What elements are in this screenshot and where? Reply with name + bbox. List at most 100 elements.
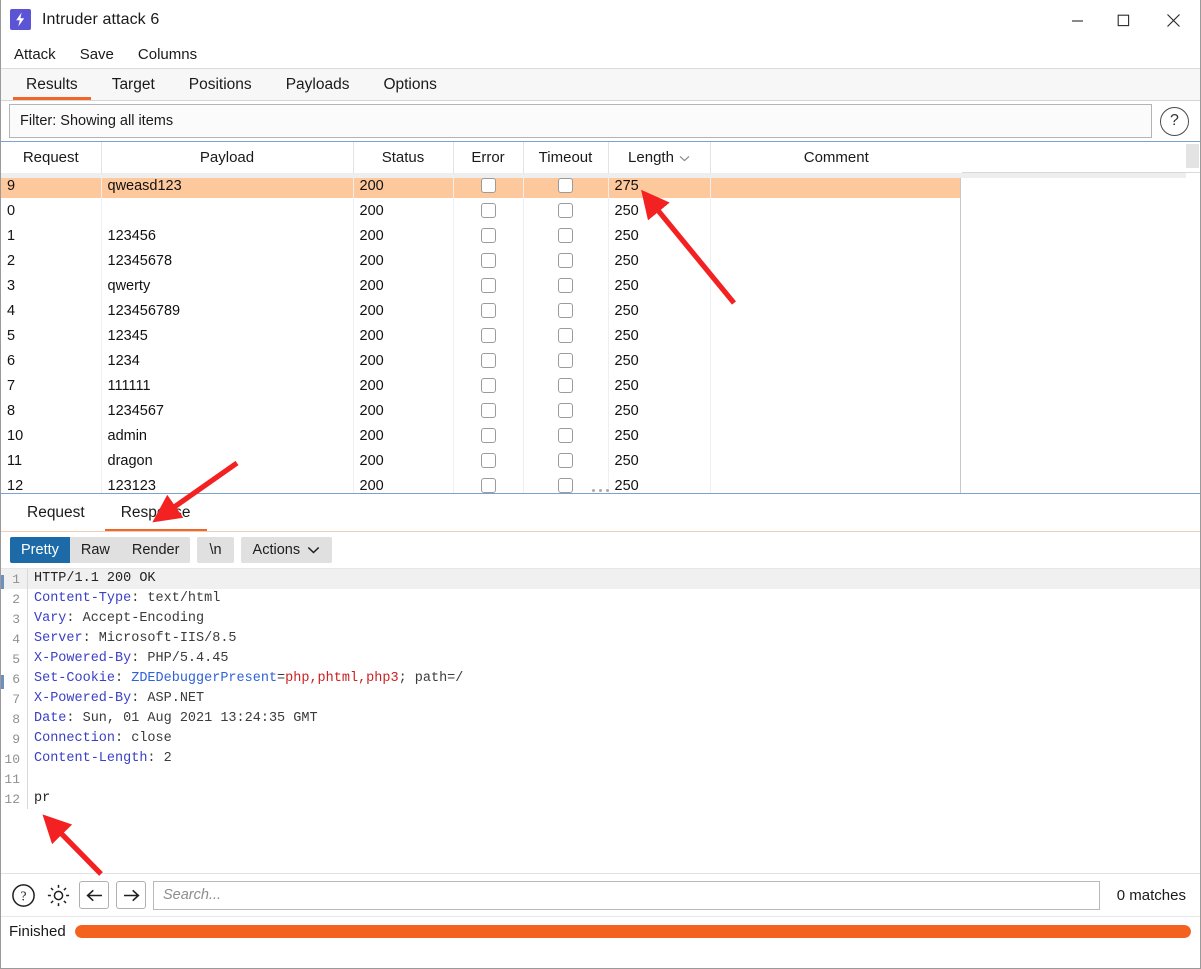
checkbox-icon[interactable]	[480, 178, 496, 194]
tab-response[interactable]: Response	[103, 494, 209, 531]
arrow-left-icon[interactable]	[79, 881, 109, 909]
cell-error-checkbox[interactable]	[453, 423, 524, 448]
tab-options[interactable]: Options	[366, 69, 453, 100]
checkbox-icon[interactable]	[558, 303, 573, 319]
tab-results[interactable]: Results	[9, 69, 95, 100]
results-horizontal-scrollbar[interactable]	[1, 173, 1186, 178]
cell-timeout-checkbox[interactable]	[523, 348, 609, 373]
search-input[interactable]: Search...	[153, 880, 1100, 910]
tab-positions[interactable]: Positions	[172, 69, 269, 100]
help-circle-icon[interactable]: ?	[1160, 106, 1189, 136]
cell-timeout-checkbox[interactable]	[523, 373, 609, 398]
filter-input[interactable]: Filter: Showing all items	[9, 104, 1152, 138]
cell-request: 11	[1, 448, 102, 473]
minimize-button[interactable]	[1054, 0, 1100, 40]
checkbox-icon[interactable]	[480, 303, 496, 319]
cell-error-checkbox[interactable]	[453, 348, 524, 373]
checkbox-icon[interactable]	[480, 203, 496, 219]
table-row[interactable]: 8 1234567 200 250	[1, 398, 962, 423]
checkbox-icon[interactable]	[558, 453, 573, 469]
table-row[interactable]: 10 admin 200 250	[1, 423, 962, 448]
cell-timeout-checkbox[interactable]	[523, 473, 609, 493]
table-row[interactable]: 5 12345 200 250	[1, 323, 962, 348]
response-body-viewer[interactable]: 1 HTTP/1.1 200 OK 2 Content-Type: text/html…	[1, 568, 1200, 873]
tab-payloads[interactable]: Payloads	[269, 69, 367, 100]
cell-timeout-checkbox[interactable]	[523, 323, 609, 348]
menu-item-attack[interactable]: Attack	[14, 44, 68, 65]
checkbox-icon[interactable]	[480, 403, 496, 419]
view-mode-render[interactable]: Render	[120, 537, 191, 563]
checkbox-icon[interactable]	[558, 278, 573, 294]
checkbox-icon[interactable]	[558, 228, 573, 244]
cell-error-checkbox[interactable]	[453, 323, 524, 348]
checkbox-icon[interactable]	[480, 453, 496, 469]
checkbox-icon[interactable]	[480, 228, 496, 244]
checkbox-icon[interactable]	[558, 328, 573, 344]
cell-timeout-checkbox[interactable]	[523, 273, 609, 298]
results-vertical-scrollbar[interactable]	[1186, 144, 1199, 168]
cell-timeout-checkbox[interactable]	[523, 198, 609, 223]
checkbox-icon[interactable]	[558, 253, 573, 269]
checkbox-icon[interactable]	[480, 328, 496, 344]
cell-error-checkbox[interactable]	[453, 198, 524, 223]
table-row[interactable]: 11 dragon 200 250	[1, 448, 962, 473]
checkbox-icon[interactable]	[558, 178, 573, 194]
view-mode-raw[interactable]: Raw	[69, 537, 121, 563]
close-button[interactable]	[1146, 0, 1200, 40]
tab-request[interactable]: Request	[9, 494, 103, 531]
cell-error-checkbox[interactable]	[453, 223, 524, 248]
cell-status: 200	[353, 348, 454, 373]
cell-error-checkbox[interactable]	[453, 373, 524, 398]
column-header-error[interactable]: Error	[453, 142, 524, 174]
cell-error-checkbox[interactable]	[453, 398, 524, 423]
menu-item-columns[interactable]: Columns	[138, 44, 209, 65]
arrow-right-icon[interactable]	[116, 881, 146, 909]
cell-error-checkbox[interactable]	[453, 298, 524, 323]
column-header-payload[interactable]: Payload	[101, 142, 354, 174]
checkbox-icon[interactable]	[558, 428, 573, 444]
table-row[interactable]: 0 200 250	[1, 198, 962, 223]
column-header-comment[interactable]: Comment	[710, 142, 962, 174]
cell-error-checkbox[interactable]	[453, 248, 524, 273]
menu-item-save[interactable]: Save	[80, 44, 126, 65]
cell-error-checkbox[interactable]	[453, 473, 524, 493]
cell-timeout-checkbox[interactable]	[523, 248, 609, 273]
actions-button[interactable]: Actions	[240, 537, 333, 563]
view-mode-pretty[interactable]: Pretty	[10, 537, 70, 563]
checkbox-icon[interactable]	[480, 278, 496, 294]
checkbox-icon[interactable]	[558, 403, 573, 419]
column-header-length[interactable]: Length	[608, 142, 711, 174]
newline-toggle-button[interactable]: \n	[197, 537, 234, 563]
checkbox-icon[interactable]	[558, 378, 573, 394]
table-row[interactable]: 7 111111 200 250	[1, 373, 962, 398]
cell-error-checkbox[interactable]	[453, 448, 524, 473]
maximize-button[interactable]	[1100, 0, 1146, 40]
cell-timeout-checkbox[interactable]	[523, 398, 609, 423]
checkbox-icon[interactable]	[480, 253, 496, 269]
checkbox-icon[interactable]	[558, 478, 573, 493]
checkbox-icon[interactable]	[558, 203, 573, 219]
table-row[interactable]: 6 1234 200 250	[1, 348, 962, 373]
table-row[interactable]: 2 12345678 200 250	[1, 248, 962, 273]
checkbox-icon[interactable]	[480, 378, 496, 394]
line-content: Date: Sun, 01 Aug 2021 13:24:35 GMT	[27, 709, 1200, 729]
checkbox-icon[interactable]	[480, 353, 496, 369]
cell-timeout-checkbox[interactable]	[523, 448, 609, 473]
checkbox-icon[interactable]	[558, 353, 573, 369]
cell-error-checkbox[interactable]	[453, 273, 524, 298]
help-circle-icon[interactable]: ?	[9, 881, 37, 909]
column-header-status[interactable]: Status	[353, 142, 454, 174]
checkbox-icon[interactable]	[480, 428, 496, 444]
column-header-request[interactable]: Request	[1, 142, 102, 174]
checkbox-icon[interactable]	[480, 478, 496, 493]
tab-target[interactable]: Target	[95, 69, 172, 100]
cell-timeout-checkbox[interactable]	[523, 423, 609, 448]
gear-icon[interactable]	[44, 881, 72, 909]
cell-timeout-checkbox[interactable]	[523, 223, 609, 248]
cell-timeout-checkbox[interactable]	[523, 298, 609, 323]
table-row[interactable]: 12 123123 200 250	[1, 473, 962, 493]
table-row[interactable]: 4 123456789 200 250	[1, 298, 962, 323]
column-header-timeout[interactable]: Timeout	[523, 142, 609, 174]
table-row[interactable]: 3 qwerty 200 250	[1, 273, 962, 298]
table-row[interactable]: 1 123456 200 250	[1, 223, 962, 248]
